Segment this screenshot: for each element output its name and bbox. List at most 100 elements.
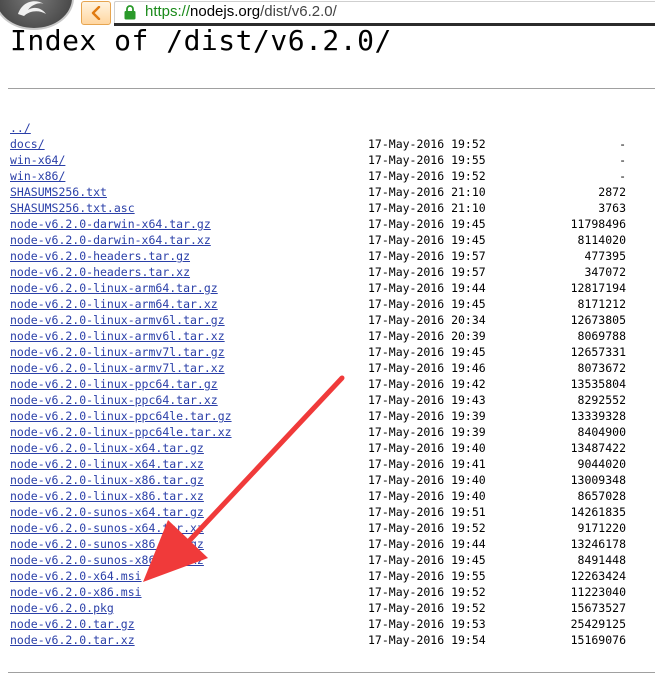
list-item: node-v6.2.0-linux-armv7l.tar.xz 17-May-20… — [10, 360, 655, 376]
file-link[interactable]: node-v6.2.0-linux-ppc64le.tar.gz — [10, 408, 232, 424]
file-link[interactable]: node-v6.2.0-linux-ppc64le.tar.xz — [10, 424, 232, 440]
list-item: win-x86/17-May-2016 19:52 - — [10, 168, 655, 184]
file-size: 8657028 — [577, 489, 626, 503]
file-link[interactable]: ../ — [10, 120, 31, 136]
list-item: node-v6.2.0-x64.msi 17-May-2016 19:55 1226… — [10, 568, 655, 584]
list-item: node-v6.2.0-linux-armv7l.tar.gz 17-May-20… — [10, 344, 655, 360]
file-link[interactable]: node-v6.2.0-darwin-x64.tar.gz — [10, 216, 211, 232]
file-link[interactable]: node-v6.2.0-linux-ppc64.tar.gz — [10, 376, 218, 392]
file-link[interactable]: node-v6.2.0-linux-armv7l.tar.gz — [10, 344, 225, 360]
file-link[interactable]: docs/ — [10, 136, 45, 152]
file-date: 17-May-2016 19:46 — [368, 361, 486, 375]
file-date: 17-May-2016 21:10 — [368, 201, 486, 215]
list-item: node-v6.2.0-sunos-x64.tar.gz 17-May-2016 … — [10, 504, 655, 520]
file-link[interactable]: node-v6.2.0.pkg — [10, 600, 114, 616]
file-size: 2872 — [598, 185, 626, 199]
file-link[interactable]: SHASUMS256.txt.asc — [10, 200, 135, 216]
file-size: 12657331 — [570, 345, 626, 359]
file-link[interactable]: node-v6.2.0-linux-armv6l.tar.gz — [10, 312, 225, 328]
file-size: - — [619, 153, 626, 167]
file-link[interactable]: node-v6.2.0-linux-x64.tar.gz — [10, 440, 204, 456]
file-size: 12263424 — [570, 569, 626, 583]
file-date: 17-May-2016 19:44 — [368, 537, 486, 551]
file-link[interactable]: node-v6.2.0-linux-x86.tar.gz — [10, 472, 204, 488]
top-divider — [8, 88, 655, 89]
file-size: 11223040 — [570, 585, 626, 599]
list-item: node-v6.2.0-headers.tar.xz 17-May-2016 19… — [10, 264, 655, 280]
file-link[interactable]: node-v6.2.0-linux-x86.tar.xz — [10, 488, 204, 504]
file-link[interactable]: win-x64/ — [10, 152, 65, 168]
file-link[interactable]: node-v6.2.0-headers.tar.xz — [10, 264, 190, 280]
list-item: node-v6.2.0-sunos-x64.tar.xz 17-May-2016 … — [10, 520, 655, 536]
file-date: 17-May-2016 20:39 — [368, 329, 486, 343]
file-size: 15673527 — [570, 601, 626, 615]
file-date: 17-May-2016 19:52 — [368, 169, 486, 183]
file-link[interactable]: node-v6.2.0-sunos-x64.tar.gz — [10, 504, 204, 520]
file-date: 17-May-2016 19:39 — [368, 425, 486, 439]
file-listing: ../docs/17-May-2016 19:52- win-x64/17-May… — [10, 120, 655, 648]
file-size: 12817194 — [570, 281, 626, 295]
file-size: 13246178 — [570, 537, 626, 551]
file-size: 8491448 — [577, 553, 626, 567]
file-size: 12673805 — [570, 313, 626, 327]
page-title: Index of /dist/v6.2.0/ — [10, 24, 392, 57]
file-size: 13339328 — [570, 409, 626, 423]
list-item: node-v6.2.0-x86.msi 17-May-2016 19:52 1122… — [10, 584, 655, 600]
file-link[interactable]: node-v6.2.0-linux-x64.tar.xz — [10, 456, 204, 472]
file-link[interactable]: node-v6.2.0.tar.gz — [10, 616, 135, 632]
file-date: 17-May-2016 19:43 — [368, 393, 486, 407]
file-date: 17-May-2016 19:52 — [368, 521, 486, 535]
file-link[interactable]: node-v6.2.0-sunos-x64.tar.xz — [10, 520, 204, 536]
list-item: node-v6.2.0-linux-x64.tar.gz 17-May-2016 … — [10, 440, 655, 456]
file-size: 8171212 — [577, 297, 626, 311]
list-item: node-v6.2.0-linux-x64.tar.xz 17-May-2016 … — [10, 456, 655, 472]
list-item: SHASUMS256.txt.asc 17-May-2016 21:10 3763 — [10, 200, 655, 216]
address-bar[interactable]: https://nodejs.org/dist/v6.2.0/ — [114, 1, 655, 25]
file-size: 8069788 — [577, 329, 626, 343]
file-size: 3763 — [598, 201, 626, 215]
file-link[interactable]: node-v6.2.0.tar.xz — [10, 632, 135, 648]
file-date: 17-May-2016 20:34 — [368, 313, 486, 327]
back-arrow-icon — [91, 6, 101, 20]
url-host: nodejs.org — [190, 3, 261, 20]
list-item: node-v6.2.0-linux-arm64.tar.gz 17-May-201… — [10, 280, 655, 296]
file-size: 25429125 — [570, 617, 626, 631]
file-link[interactable]: node-v6.2.0-x86.msi — [10, 584, 142, 600]
file-link[interactable]: node-v6.2.0-sunos-x86.tar.gz — [10, 536, 204, 552]
file-link[interactable]: node-v6.2.0-linux-ppc64.tar.xz — [10, 392, 218, 408]
file-link[interactable]: node-v6.2.0-linux-armv6l.tar.xz — [10, 328, 225, 344]
file-link[interactable]: SHASUMS256.txt — [10, 184, 107, 200]
file-size: 8404900 — [577, 425, 626, 439]
list-item: node-v6.2.0-linux-armv6l.tar.gz 17-May-20… — [10, 312, 655, 328]
file-link[interactable]: node-v6.2.0-sunos-x86.tar.xz — [10, 552, 204, 568]
list-item: node-v6.2.0-linux-x86.tar.gz 17-May-2016 … — [10, 472, 655, 488]
file-date: 17-May-2016 19:45 — [368, 345, 486, 359]
address-url[interactable]: https://nodejs.org/dist/v6.2.0/ — [145, 3, 337, 20]
file-date: 17-May-2016 19:53 — [368, 617, 486, 631]
list-item: node-v6.2.0-linux-ppc64.tar.gz 17-May-201… — [10, 376, 655, 392]
file-link[interactable]: node-v6.2.0-linux-armv7l.tar.xz — [10, 360, 225, 376]
file-link[interactable]: win-x86/ — [10, 168, 65, 184]
file-link[interactable]: node-v6.2.0-x64.msi — [10, 568, 142, 584]
file-date: 17-May-2016 19:41 — [368, 457, 486, 471]
file-date: 17-May-2016 19:40 — [368, 473, 486, 487]
file-link[interactable]: node-v6.2.0-headers.tar.gz — [10, 248, 190, 264]
file-size: 347072 — [584, 265, 626, 279]
file-date: 17-May-2016 21:10 — [368, 185, 486, 199]
bottom-divider — [8, 672, 655, 673]
file-size: 9044020 — [577, 457, 626, 471]
file-link[interactable]: node-v6.2.0-linux-arm64.tar.gz — [10, 280, 218, 296]
back-button[interactable] — [81, 1, 111, 25]
file-size: 15169076 — [570, 633, 626, 647]
file-link[interactable]: node-v6.2.0-darwin-x64.tar.xz — [10, 232, 211, 248]
list-item: win-x64/17-May-2016 19:55 - — [10, 152, 655, 168]
lock-icon — [124, 5, 136, 20]
file-date: 17-May-2016 19:57 — [368, 265, 486, 279]
file-size: 8114020 — [577, 233, 626, 247]
file-date: 17-May-2016 19:45 — [368, 233, 486, 247]
file-date: 17-May-2016 19:39 — [368, 409, 486, 423]
browser-toolbar: https://nodejs.org/dist/v6.2.0/ — [0, 0, 655, 30]
file-link[interactable]: node-v6.2.0-linux-arm64.tar.xz — [10, 296, 218, 312]
list-item: node-v6.2.0-sunos-x86.tar.xz 17-May-2016 … — [10, 552, 655, 568]
list-item: node-v6.2.0-darwin-x64.tar.xz 17-May-2016… — [10, 232, 655, 248]
